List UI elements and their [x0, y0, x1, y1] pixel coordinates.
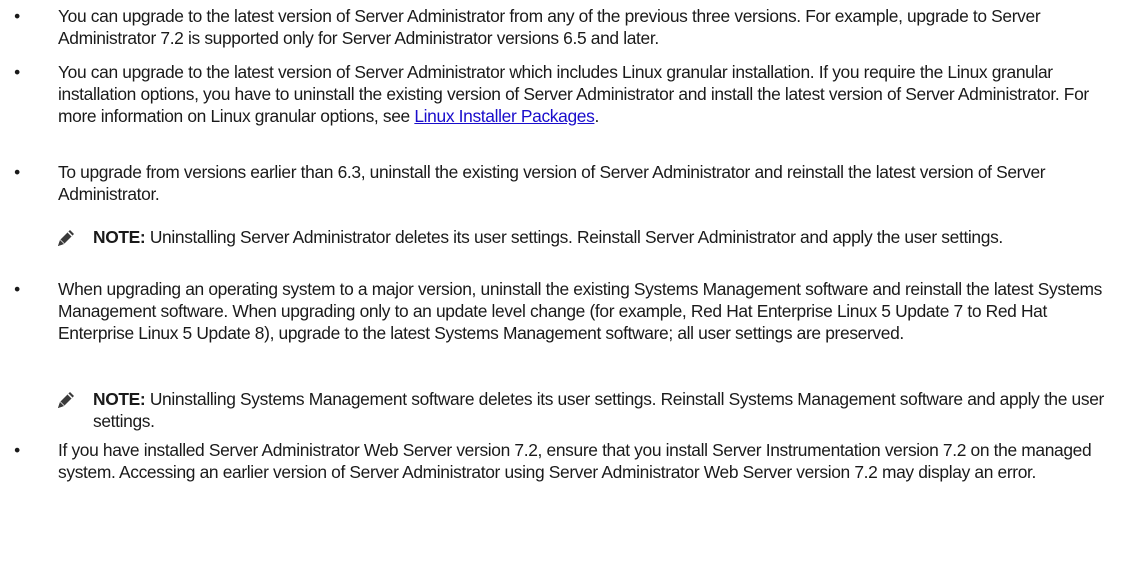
note-text: Uninstalling Server Administrator delete…	[145, 227, 1003, 247]
list-item: • To upgrade from versions earlier than …	[0, 161, 1110, 205]
list-item-text: When upgrading an operating system to a …	[58, 279, 1102, 343]
bullet-icon: •	[14, 440, 20, 460]
list-item: • You can upgrade to the latest version …	[0, 5, 1110, 49]
list-item-text: If you have installed Server Administrat…	[58, 440, 1092, 482]
list-item-text: You can upgrade to the latest version of…	[58, 6, 1041, 48]
bullet-icon: •	[14, 162, 20, 182]
note-block: NOTE: Uninstalling Systems Management so…	[0, 388, 1113, 432]
pencil-note-icon	[58, 392, 74, 408]
note-label: NOTE:	[93, 227, 146, 247]
list-item: • When upgrading an operating system to …	[0, 278, 1110, 344]
bullet-icon: •	[14, 279, 20, 299]
linux-installer-packages-link[interactable]: Linux Installer Packages	[414, 106, 594, 126]
list-item-text: To upgrade from versions earlier than 6.…	[58, 162, 1046, 204]
bullet-icon: •	[14, 62, 20, 82]
list-item: • You can upgrade to the latest version …	[0, 61, 1110, 127]
list-item: • If you have installed Server Administr…	[0, 439, 1110, 483]
list-item-text-end: .	[594, 106, 599, 126]
note-text: Uninstalling Systems Management software…	[93, 389, 1104, 431]
bullet-icon: •	[14, 6, 20, 26]
pencil-note-icon	[58, 230, 74, 246]
note-block: NOTE: Uninstalling Server Administrator …	[0, 226, 1113, 248]
note-label: NOTE:	[93, 389, 146, 409]
